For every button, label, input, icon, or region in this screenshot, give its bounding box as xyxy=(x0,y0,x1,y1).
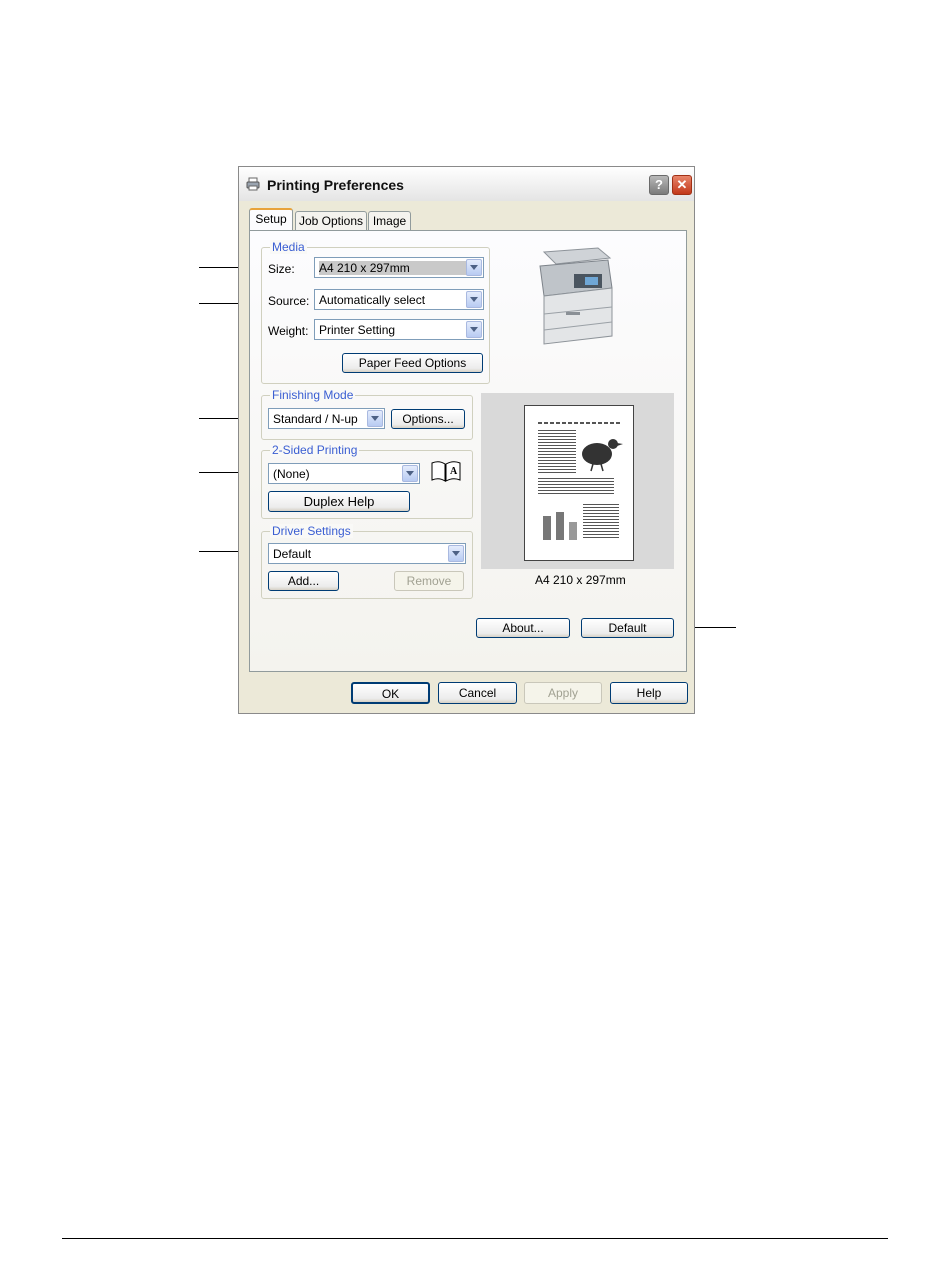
driver-settings-select[interactable]: Default xyxy=(268,543,466,564)
two-sided-value: (None) xyxy=(273,467,310,481)
remove-button: Remove xyxy=(394,571,464,591)
preview-bar-3 xyxy=(569,522,577,540)
default-button[interactable]: Default xyxy=(581,618,674,638)
svg-text:A: A xyxy=(450,466,458,477)
help-icon[interactable]: ? xyxy=(649,175,669,195)
preview-side-text xyxy=(583,504,619,540)
options-button[interactable]: Options... xyxy=(391,409,465,429)
preview-bar-1 xyxy=(543,516,551,540)
close-icon[interactable]: ✕ xyxy=(672,175,692,195)
source-label: Source: xyxy=(268,294,310,308)
page-footer-rule xyxy=(62,1238,888,1239)
printer-illustration xyxy=(539,247,613,345)
preview-text-block xyxy=(538,430,576,475)
paper-size-caption: A4 210 x 297mm xyxy=(535,573,626,587)
bird-illustration xyxy=(582,439,623,472)
page-preview xyxy=(524,405,634,561)
title-bar: Printing Preferences ? ✕ xyxy=(239,167,694,201)
add-button[interactable]: Add... xyxy=(268,571,339,591)
weight-label: Weight: xyxy=(268,324,309,338)
weight-select[interactable]: Printer Setting xyxy=(314,319,484,340)
tab-job-options[interactable]: Job Options xyxy=(295,211,367,231)
weight-select-value: Printer Setting xyxy=(319,323,396,337)
driver-settings-label: Driver Settings xyxy=(270,524,353,538)
finishing-mode-select[interactable]: Standard / N-up xyxy=(268,408,385,429)
source-select[interactable]: Automatically select xyxy=(314,289,484,310)
book-icon: A xyxy=(431,461,461,482)
chevron-down-icon[interactable] xyxy=(466,291,482,308)
media-group-label: Media xyxy=(270,240,307,254)
preview-header-line xyxy=(538,422,622,424)
chevron-down-icon[interactable] xyxy=(402,465,418,482)
window-title: Printing Preferences xyxy=(267,177,404,193)
tab-job-options-label: Job Options xyxy=(298,214,364,228)
cancel-button[interactable]: Cancel xyxy=(438,682,517,704)
finishing-mode-value: Standard / N-up xyxy=(273,412,358,426)
size-select-value: A4 210 x 297mm xyxy=(319,261,470,275)
two-sided-select[interactable]: (None) xyxy=(268,463,420,484)
chevron-down-icon[interactable] xyxy=(466,321,482,338)
chevron-down-icon[interactable] xyxy=(466,259,482,276)
tab-image-label: Image xyxy=(372,214,407,228)
size-label: Size: xyxy=(268,262,295,276)
about-button[interactable]: About... xyxy=(476,618,570,638)
size-select[interactable]: A4 210 x 297mm xyxy=(314,257,484,278)
chevron-down-icon[interactable] xyxy=(367,410,383,427)
help-button[interactable]: Help xyxy=(610,682,688,704)
tab-setup[interactable]: Setup xyxy=(249,208,293,231)
apply-button: Apply xyxy=(524,682,602,704)
driver-settings-value: Default xyxy=(273,547,312,561)
finishing-mode-label: Finishing Mode xyxy=(270,388,356,402)
preview-bar-2 xyxy=(556,512,564,540)
tab-setup-label: Setup xyxy=(255,212,287,226)
duplex-help-button[interactable]: Duplex Help xyxy=(268,491,410,512)
tab-image[interactable]: Image xyxy=(368,211,411,231)
ok-button[interactable]: OK xyxy=(351,682,430,704)
chevron-down-icon[interactable] xyxy=(448,545,464,562)
source-select-value: Automatically select xyxy=(319,293,426,307)
preview-body-text xyxy=(538,478,614,496)
two-sided-printing-label: 2-Sided Printing xyxy=(270,443,360,457)
paper-feed-options-button[interactable]: Paper Feed Options xyxy=(342,353,483,373)
printer-icon xyxy=(246,177,260,191)
